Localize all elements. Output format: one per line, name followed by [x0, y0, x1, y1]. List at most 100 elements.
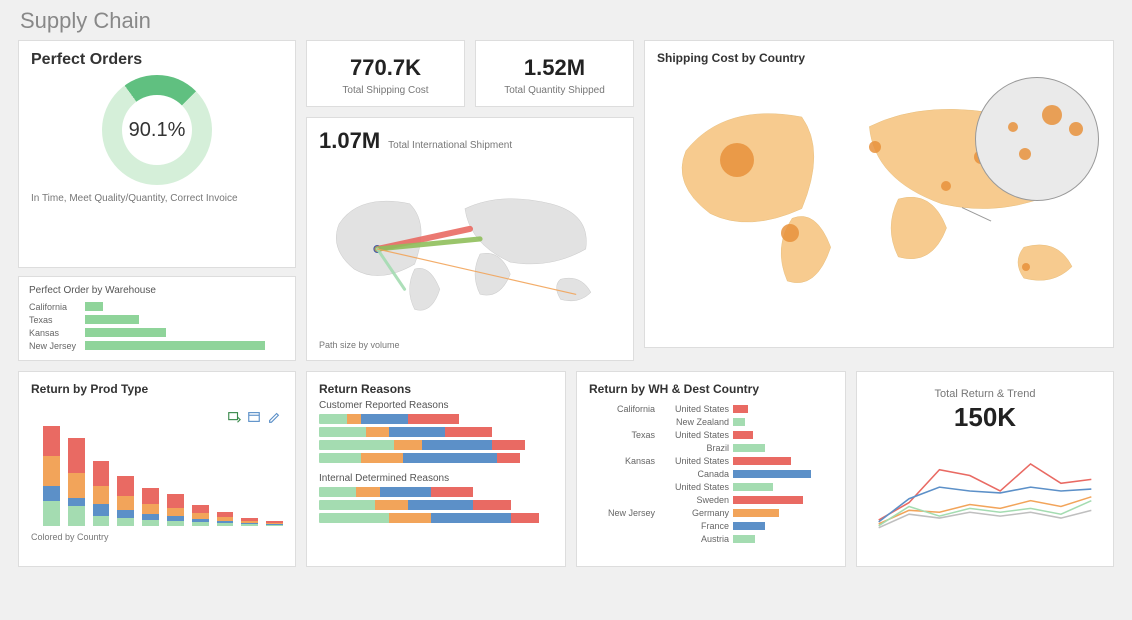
- perfect-orders-donut[interactable]: 90.1%: [102, 75, 212, 185]
- bar-segment: [43, 501, 60, 526]
- trend-line[interactable]: [879, 510, 1092, 527]
- dest-bar[interactable]: [733, 522, 765, 530]
- trend-line[interactable]: [879, 487, 1092, 522]
- shipping-cost-map-card: Shipping Cost by Country: [644, 40, 1114, 348]
- edit-icon[interactable]: [267, 410, 281, 429]
- reason-bar[interactable]: [319, 453, 553, 463]
- cost-bubble[interactable]: [781, 224, 799, 242]
- total-return-trend-card: Total Return & Trend 150K: [856, 371, 1114, 567]
- reason-segment: [380, 487, 431, 497]
- wh-group-label: Kansas: [589, 454, 661, 467]
- prod-stacked-bar[interactable]: [68, 438, 85, 526]
- bar-segment: [266, 525, 283, 526]
- perfect-orders-title: Perfect Orders: [31, 51, 283, 69]
- intl-shipment-value: 1.07M: [319, 128, 380, 154]
- wh-bar-row[interactable]: Kansas: [29, 326, 285, 339]
- prod-stacked-bar[interactable]: [217, 512, 234, 526]
- prod-stacked-bar[interactable]: [167, 494, 184, 526]
- bar-segment: [117, 518, 134, 526]
- kpi-qty-shipped-value: 1.52M: [482, 55, 627, 81]
- dest-bar[interactable]: [733, 509, 779, 517]
- dest-label: Germany: [661, 506, 729, 519]
- zoom-bubble[interactable]: [1008, 122, 1018, 132]
- kpi-shipping-cost[interactable]: 770.7K Total Shipping Cost: [306, 40, 465, 107]
- wh-bar-row[interactable]: New Jersey: [29, 339, 285, 352]
- bar-segment: [217, 523, 234, 526]
- dest-label: Brazil: [661, 441, 729, 454]
- reason-segment: [473, 500, 510, 510]
- total-return-value: 150K: [869, 402, 1101, 433]
- bar-segment: [68, 438, 85, 473]
- reason-bar[interactable]: [319, 500, 553, 510]
- prod-stacked-bar[interactable]: [117, 476, 134, 526]
- dest-bar[interactable]: [733, 431, 753, 439]
- reason-segment: [319, 427, 366, 437]
- reason-segment: [319, 487, 356, 497]
- zoom-bubble[interactable]: [1042, 105, 1062, 125]
- prod-stacked-bar[interactable]: [266, 521, 283, 526]
- bar-segment: [93, 516, 110, 526]
- bar-segment: [192, 505, 209, 513]
- return-by-wh-dest-title: Return by WH & Dest Country: [589, 382, 833, 396]
- reason-bar[interactable]: [319, 487, 553, 497]
- reason-segment: [511, 513, 539, 523]
- return-by-prod-chart[interactable]: [43, 426, 283, 526]
- wh-bar-label: California: [29, 302, 85, 312]
- prod-stacked-bar[interactable]: [241, 518, 258, 526]
- dest-bar[interactable]: [733, 483, 773, 491]
- zoom-bubble[interactable]: [1069, 122, 1083, 136]
- prod-stacked-bar[interactable]: [93, 461, 110, 526]
- wh-group-label: California: [589, 402, 661, 415]
- wh-bar: [85, 341, 265, 350]
- maximize-icon[interactable]: [247, 410, 261, 429]
- dest-bar[interactable]: [733, 444, 765, 452]
- map-zoom-lens[interactable]: [975, 77, 1099, 201]
- bar-segment: [117, 496, 134, 510]
- perfect-orders-percent: 90.1%: [102, 75, 212, 185]
- dest-bar[interactable]: [733, 457, 791, 465]
- wh-bar-label: Texas: [29, 315, 85, 325]
- intl-shipment-label: Total International Shipment: [388, 140, 512, 151]
- wh-bar-label: New Jersey: [29, 341, 85, 351]
- kpi-qty-shipped[interactable]: 1.52M Total Quantity Shipped: [475, 40, 634, 107]
- dest-label: New Zealand: [661, 415, 729, 428]
- reason-bar[interactable]: [319, 427, 553, 437]
- cost-bubble[interactable]: [720, 143, 754, 177]
- prod-stacked-bar[interactable]: [192, 505, 209, 526]
- wh-bar-row[interactable]: California: [29, 300, 285, 313]
- reason-bar[interactable]: [319, 513, 553, 523]
- cost-bubble[interactable]: [941, 181, 951, 191]
- dest-bar[interactable]: [733, 405, 748, 413]
- wh-group-label: [589, 519, 661, 532]
- zoom-bubble[interactable]: [1019, 148, 1031, 160]
- reason-segment: [403, 453, 497, 463]
- dest-bar[interactable]: [733, 470, 811, 478]
- prod-stacked-bar[interactable]: [142, 488, 159, 526]
- dest-label: United States: [661, 402, 729, 415]
- dest-label: Sweden: [661, 493, 729, 506]
- cost-bubble[interactable]: [1022, 263, 1030, 271]
- reason-bar[interactable]: [319, 414, 553, 424]
- bar-segment: [241, 524, 258, 526]
- reason-segment: [366, 427, 389, 437]
- dest-bar[interactable]: [733, 496, 803, 504]
- dest-label: Canada: [661, 467, 729, 480]
- bar-segment: [167, 508, 184, 516]
- cost-bubble[interactable]: [869, 141, 881, 153]
- return-by-prod-footer: Colored by Country: [31, 532, 283, 542]
- bar-segment: [117, 476, 134, 496]
- bar-segment: [142, 520, 159, 526]
- wh-bar-row[interactable]: Texas: [29, 313, 285, 326]
- prod-stacked-bar[interactable]: [43, 426, 60, 526]
- dest-bar[interactable]: [733, 418, 745, 426]
- intl-shipment-map[interactable]: [319, 158, 621, 340]
- wh-group-label: [589, 415, 661, 428]
- reason-bar[interactable]: [319, 440, 553, 450]
- bar-segment: [68, 506, 85, 526]
- kpi-qty-shipped-label: Total Quantity Shipped: [482, 85, 627, 96]
- export-icon[interactable]: [227, 410, 241, 429]
- trend-line[interactable]: [879, 501, 1092, 526]
- dest-bar[interactable]: [733, 535, 755, 543]
- reason-segment: [361, 453, 403, 463]
- total-return-chart[interactable]: [869, 441, 1101, 541]
